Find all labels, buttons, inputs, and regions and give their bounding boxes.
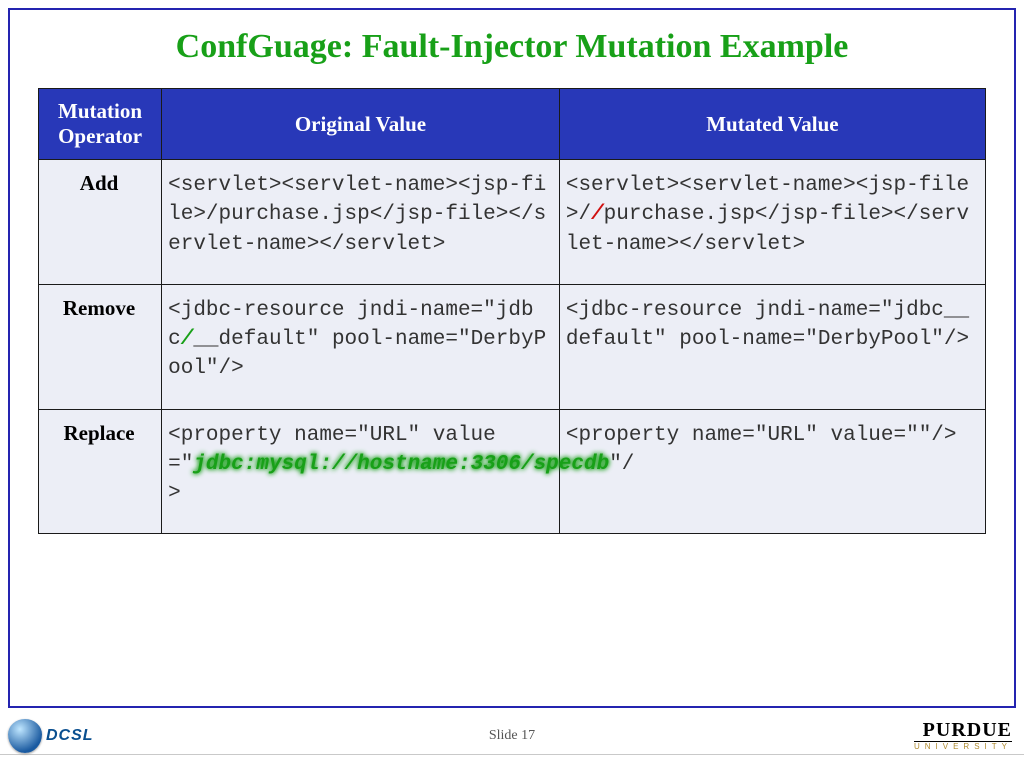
op-replace: Replace [39, 409, 162, 534]
remove-original: <jdbc-resource jndi-name="jdbc/__default… [162, 284, 560, 409]
slide-title: ConfGuage: Fault-Injector Mutation Examp… [38, 28, 986, 66]
removed-char-highlight: / [181, 328, 194, 351]
table-header-row: Mutation Operator Original Value Mutated… [39, 89, 986, 160]
mutation-table: Mutation Operator Original Value Mutated… [38, 88, 986, 534]
footer-divider [0, 754, 1024, 755]
col-mutated-value: Mutated Value [559, 89, 985, 160]
op-remove: Remove [39, 284, 162, 409]
slide-footer: Slide 17 DCSL PURDUE UNIVERSITY [0, 714, 1024, 762]
logo-dcsl: DCSL [8, 716, 98, 756]
col-original-value: Original Value [162, 89, 560, 160]
slide-frame: ConfGuage: Fault-Injector Mutation Examp… [8, 8, 1016, 708]
university-text: UNIVERSITY [914, 741, 1012, 751]
dcsl-text: DCSL [46, 727, 94, 745]
added-char-highlight: / [591, 203, 604, 226]
table-row-add: Add <servlet><servlet-name><jsp-file>/pu… [39, 160, 986, 285]
add-original: <servlet><servlet-name><jsp-file>/purcha… [162, 160, 560, 285]
shield-icon [8, 719, 42, 753]
col-mutation-operator: Mutation Operator [39, 89, 162, 160]
slide-number: Slide 17 [0, 728, 1024, 744]
op-add: Add [39, 160, 162, 285]
purdue-text: PURDUE [914, 720, 1012, 740]
remove-mutated: <jdbc-resource jndi-name="jdbc__default"… [559, 284, 985, 409]
table-row-remove: Remove <jdbc-resource jndi-name="jdbc/__… [39, 284, 986, 409]
table-row-replace: Replace <property name="URL" value="jdbc… [39, 409, 986, 534]
replace-original: <property name="URL" value="jdbc:mysql:/… [162, 409, 560, 534]
logo-purdue: PURDUE UNIVERSITY [914, 720, 1012, 751]
replaced-string-highlight: jdbc:mysql://hostname:3306/specdb [193, 453, 609, 476]
add-mutated: <servlet><servlet-name><jsp-file>//purch… [559, 160, 985, 285]
